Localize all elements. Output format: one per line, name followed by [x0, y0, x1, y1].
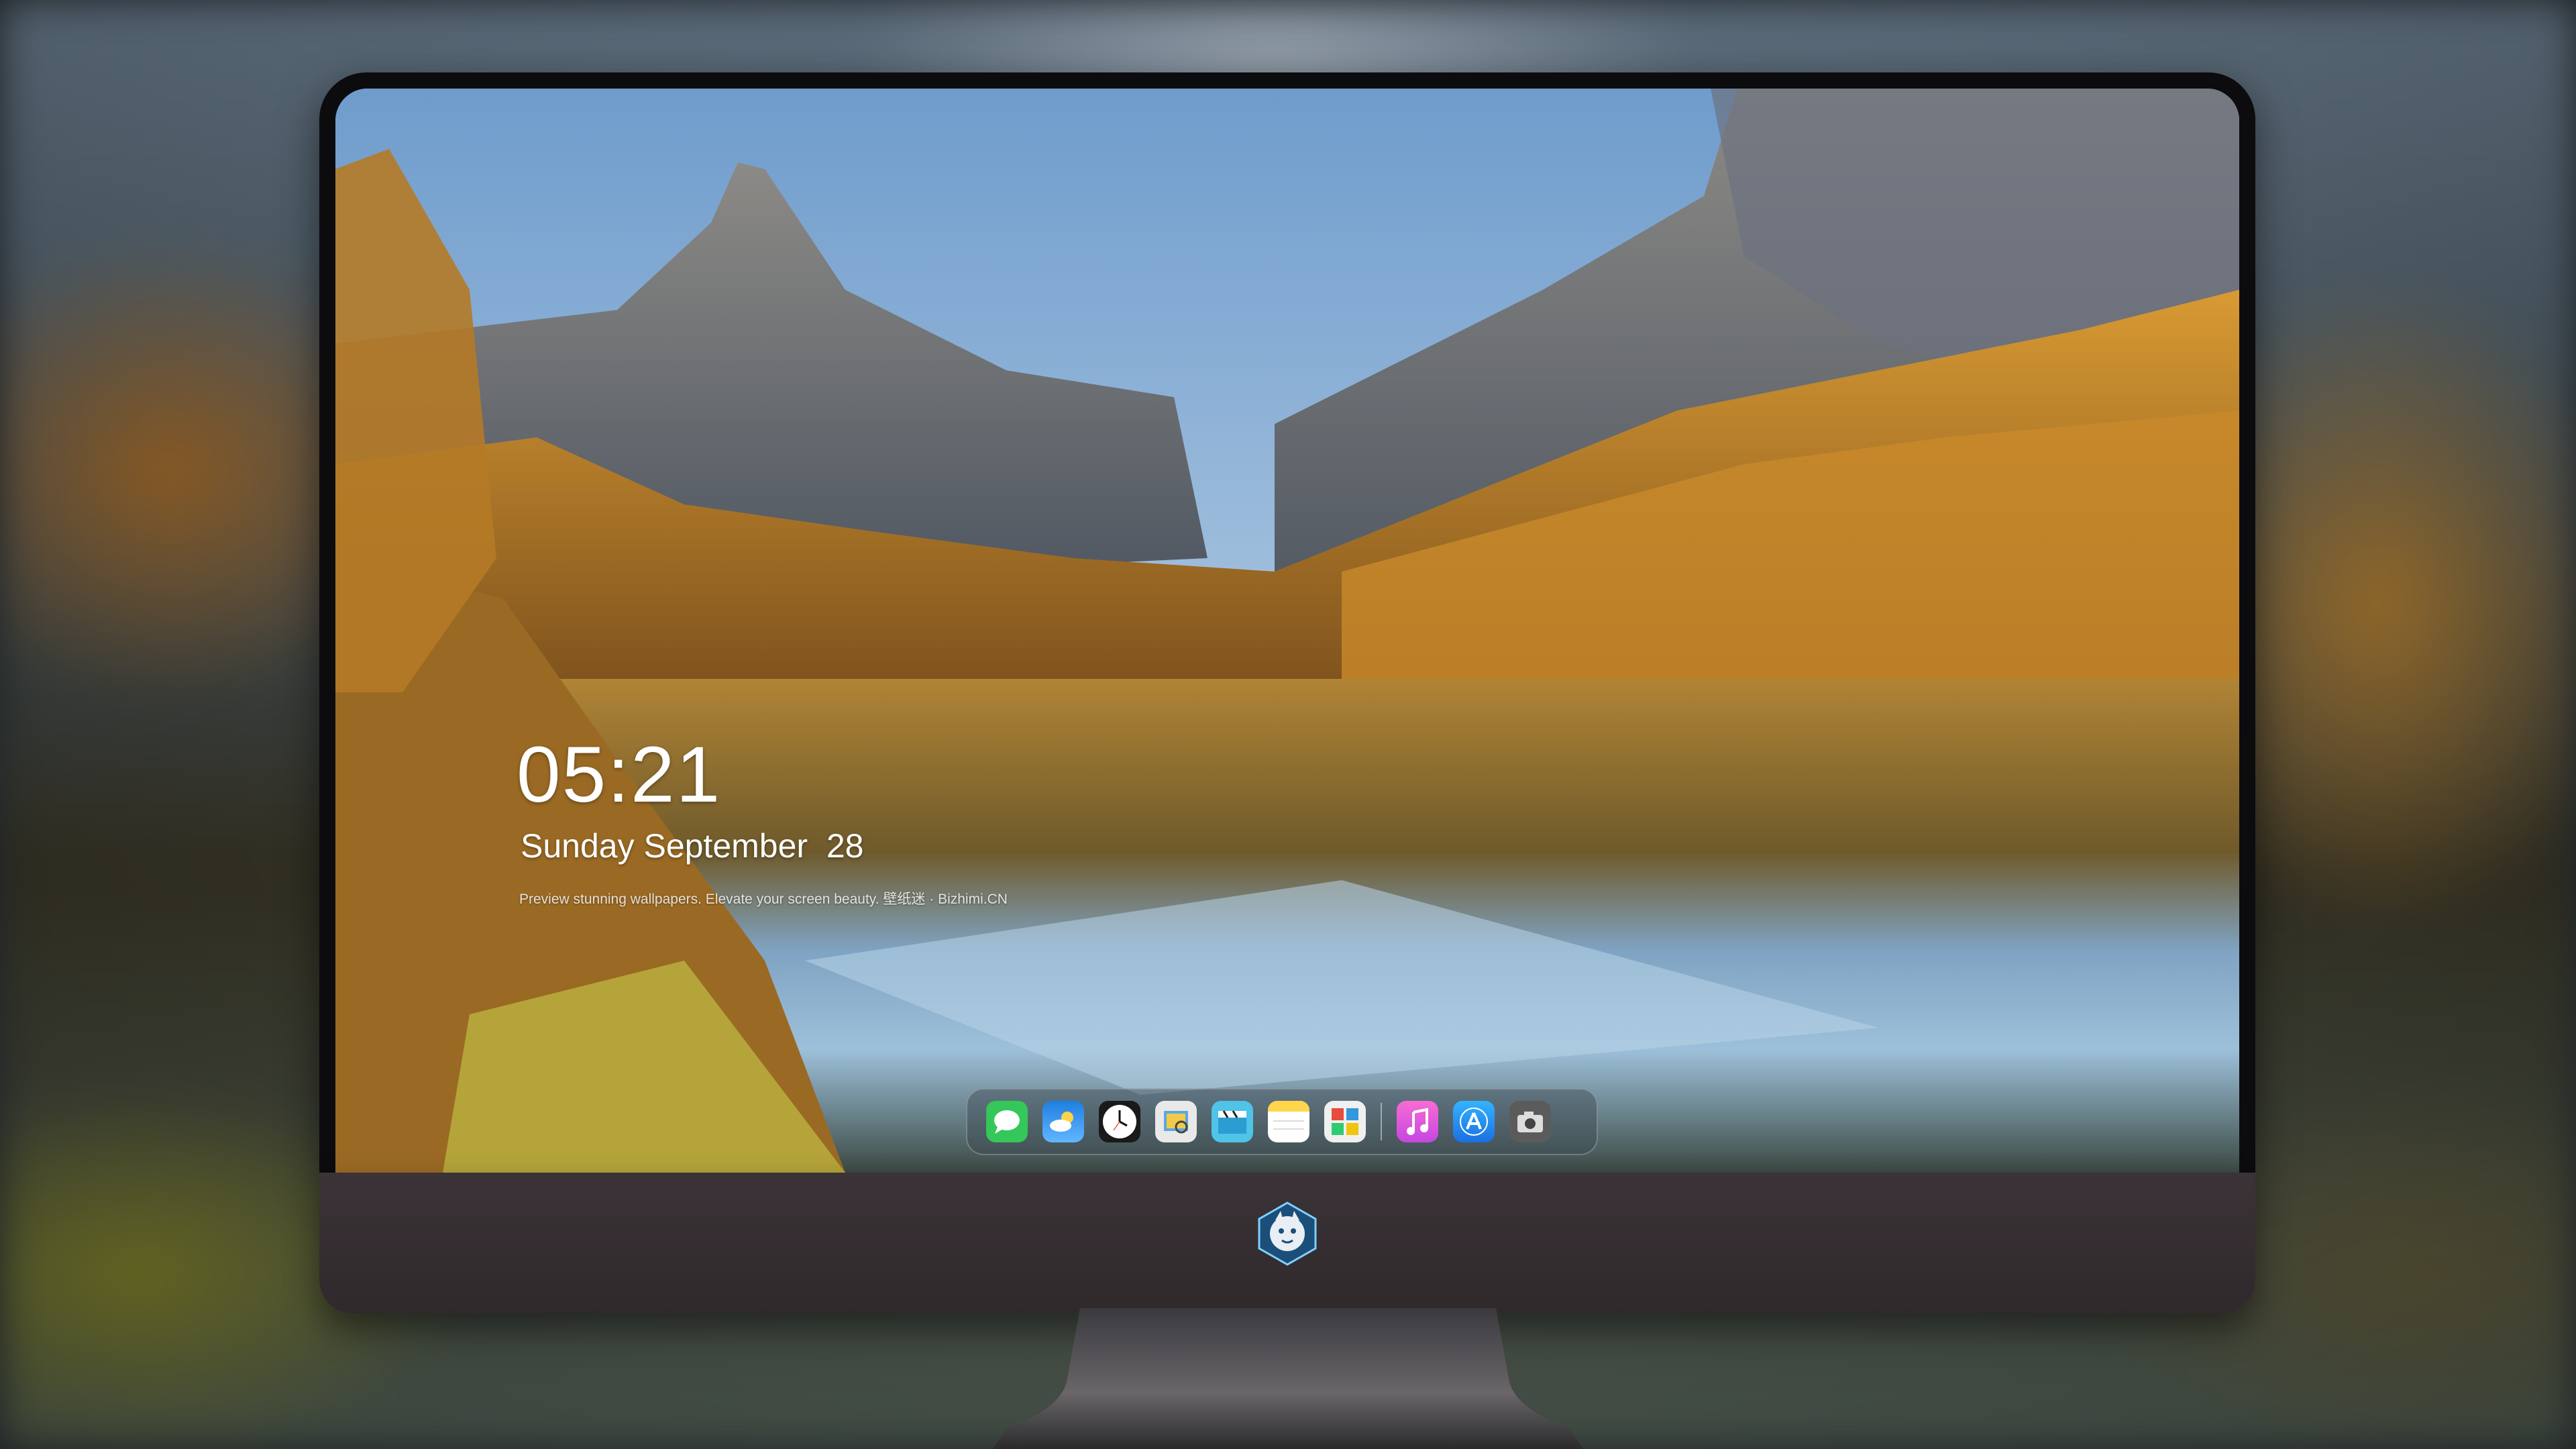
lock-screen-time: 05:21 — [517, 731, 722, 819]
notes-icon[interactable] — [1268, 1101, 1309, 1142]
monitor-stand — [993, 1308, 1583, 1449]
app-store-icon[interactable] — [1453, 1101, 1495, 1142]
landscape-wallpaper — [335, 89, 2239, 1173]
preview-icon[interactable] — [1155, 1101, 1197, 1142]
screen-wallpaper: 05:21 Sunday September 28 Preview stunni… — [335, 89, 2239, 1173]
music-icon[interactable] — [1397, 1101, 1438, 1142]
lock-screen-date: Sunday September 28 — [521, 827, 864, 865]
weather-icon[interactable] — [1042, 1101, 1084, 1142]
dragon-mascot-logo — [1258, 1201, 1317, 1266]
dock-separator — [1381, 1103, 1382, 1140]
screenshot-icon[interactable] — [1509, 1101, 1551, 1142]
claquette-icon[interactable] — [1212, 1101, 1253, 1142]
clock-icon[interactable] — [1099, 1101, 1140, 1142]
messages-icon[interactable] — [986, 1101, 1028, 1142]
monitor: 05:21 Sunday September 28 Preview stunni… — [319, 72, 2255, 1313]
photo-booth-icon[interactable] — [1324, 1101, 1366, 1142]
dock — [966, 1088, 1598, 1155]
lock-screen-tagline: Preview stunning wallpapers. Elevate you… — [519, 892, 1008, 907]
